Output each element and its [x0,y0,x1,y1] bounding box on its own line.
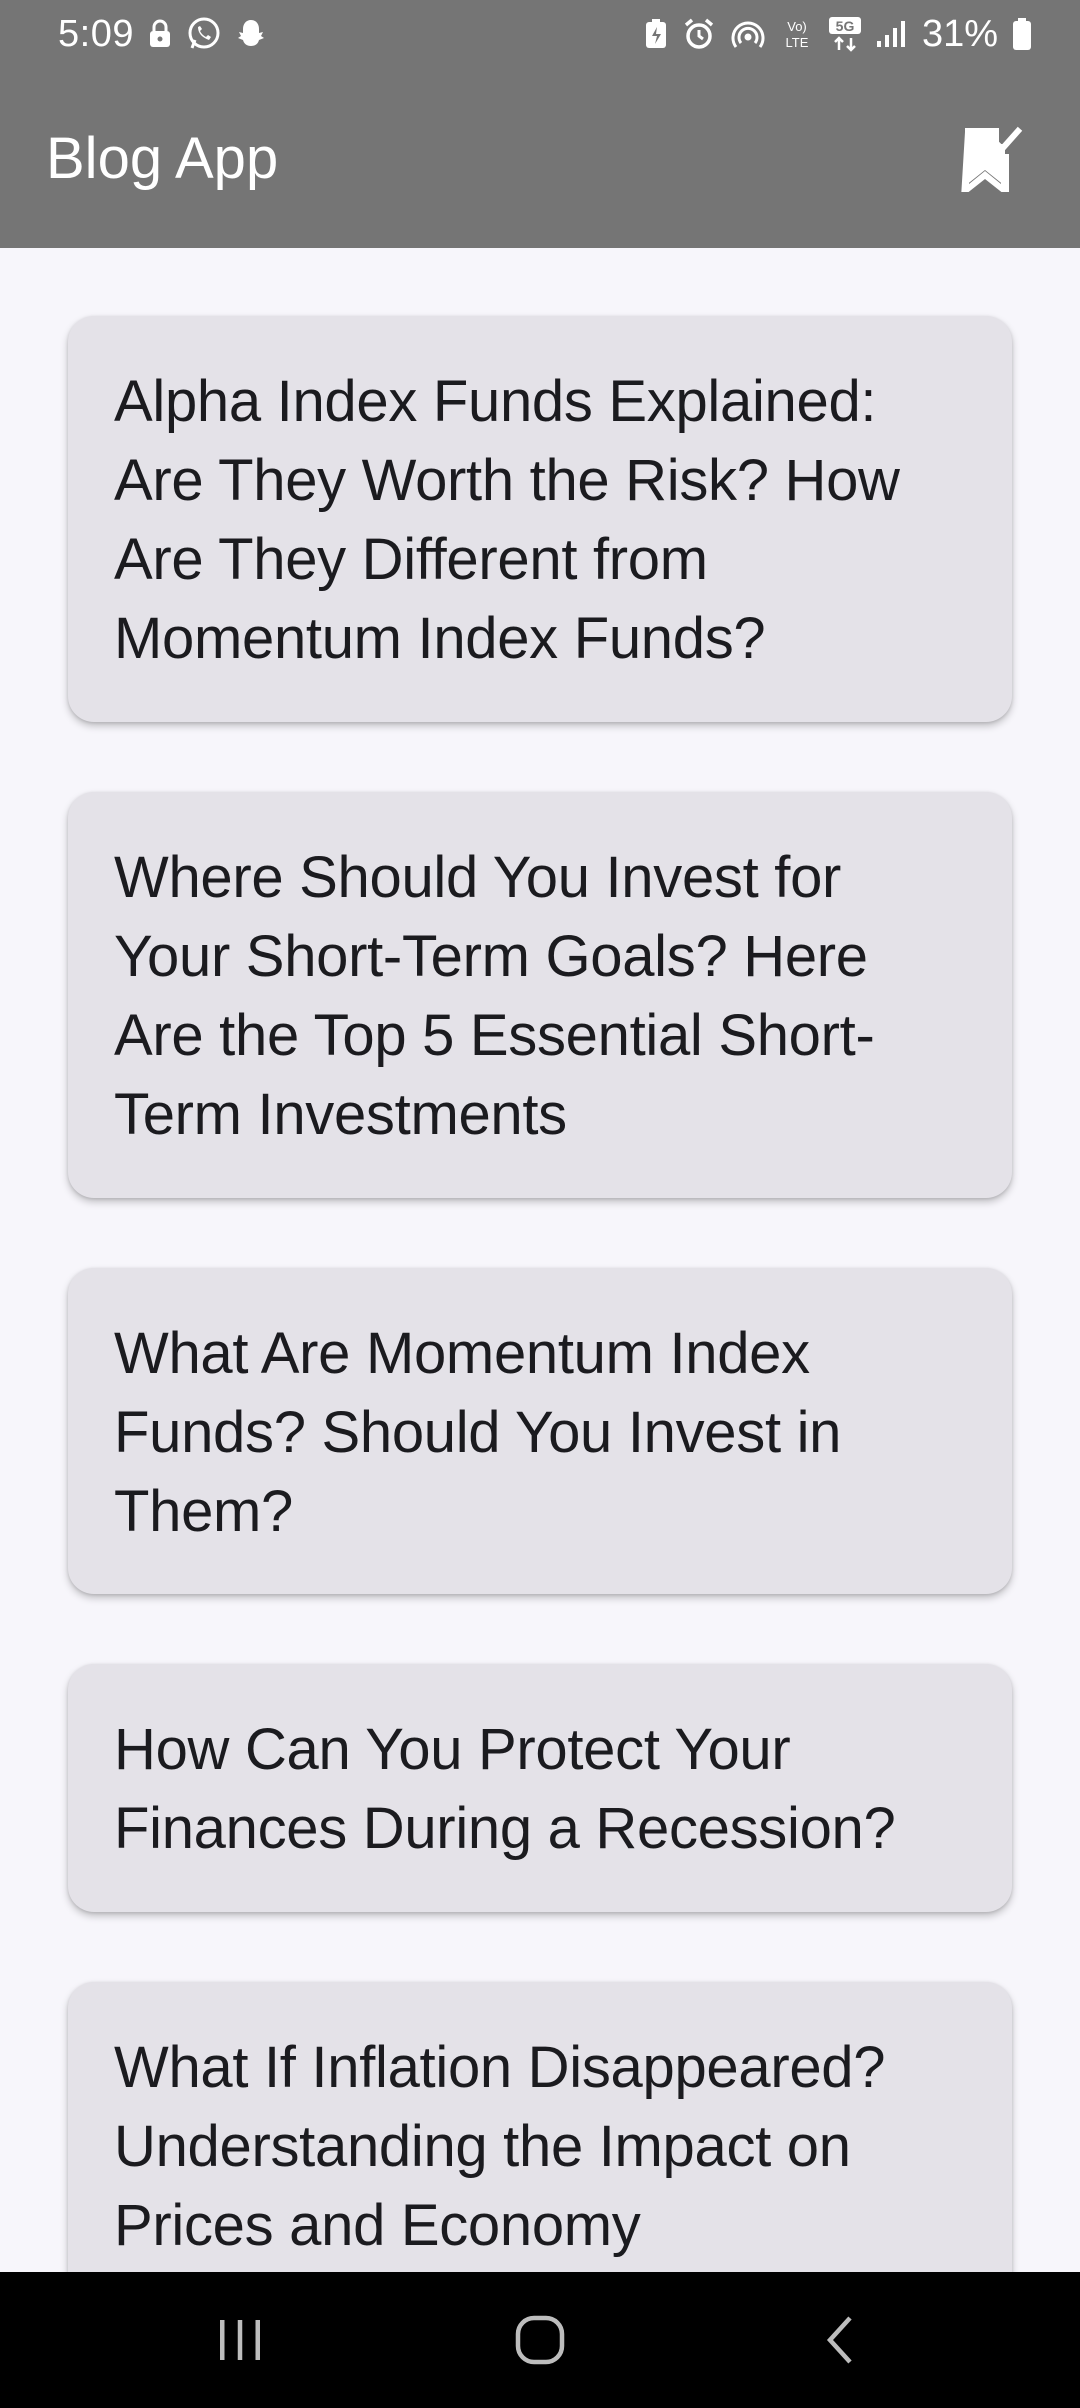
back-button[interactable] [780,2290,900,2390]
whatsapp-icon [186,16,222,52]
status-time: 5:09 [58,12,134,55]
status-bar: 5:09 Vo) LTE 5G 31% [0,0,1080,68]
status-right: Vo) LTE 5G 31% [644,13,1032,56]
post-title: What Are Momentum Index Funds? Should Yo… [114,1321,842,1544]
post-title: Alpha Index Funds Explained: Are They Wo… [114,369,900,671]
post-card[interactable]: What Are Momentum Index Funds? Should Yo… [68,1268,1012,1594]
saved-posts-button[interactable] [954,118,1034,198]
svg-text:Vo): Vo) [787,19,807,34]
snapchat-icon [236,17,266,51]
volte-icon: Vo) LTE [780,17,814,51]
recents-button[interactable] [180,2290,300,2390]
battery-saver-icon [644,18,668,50]
svg-text:5G: 5G [836,18,855,34]
home-icon [515,2315,565,2365]
status-left: 5:09 [58,13,266,56]
hotspot-icon [730,17,766,51]
app-title: Blog App [46,125,279,191]
post-card[interactable]: Where Should You Invest for Your Short-T… [68,792,1012,1198]
bookmark-check-icon [961,126,1023,192]
5g-icon: 5G [828,16,862,52]
post-card[interactable]: How Can You Protect Your Finances During… [68,1664,1012,1912]
battery-percent: 31% [921,12,998,55]
app-bar: Blog App [0,68,1080,248]
signal-icon [876,19,908,49]
alarm-icon [682,17,716,51]
post-card[interactable]: Alpha Index Funds Explained: Are They Wo… [68,316,1012,722]
post-title: What If Inflation Disappeared? Understan… [114,2035,886,2258]
post-card[interactable]: What If Inflation Disappeared? Understan… [68,1982,1012,2272]
battery-icon [1012,17,1032,51]
lock-icon [148,19,172,49]
post-title: Where Should You Invest for Your Short-T… [114,845,875,1147]
system-nav-bar [0,2272,1080,2408]
svg-text:LTE: LTE [785,35,808,50]
post-title: How Can You Protect Your Finances During… [114,1717,896,1861]
home-button[interactable] [480,2290,600,2390]
back-icon [826,2316,852,2364]
post-list[interactable]: Alpha Index Funds Explained: Are They Wo… [0,248,1080,2272]
recents-icon [220,2320,260,2360]
